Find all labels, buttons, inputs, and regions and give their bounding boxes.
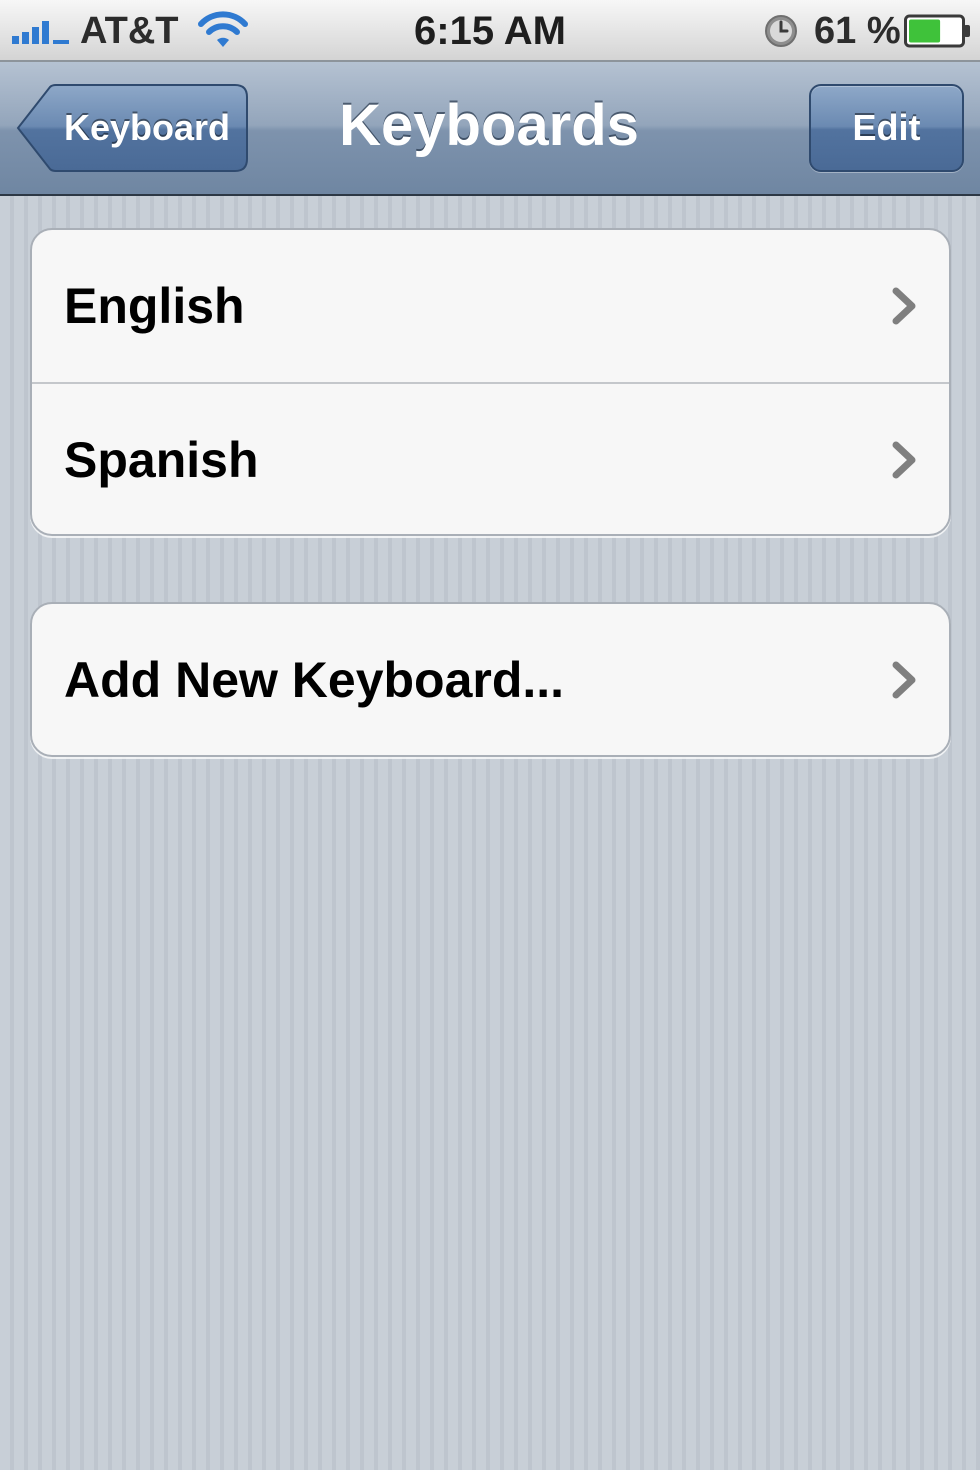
chevron-right-icon	[892, 441, 916, 479]
status-bar: AT&T 6:15 AM 61 %	[0, 0, 980, 62]
clock-icon	[765, 15, 797, 47]
page-title: Keyboards	[339, 93, 639, 158]
keyboard-row-spanish[interactable]: Spanish	[32, 382, 949, 534]
battery-icon	[904, 14, 970, 48]
chevron-right-icon	[892, 661, 916, 699]
keyboards-list: English Spanish	[30, 228, 951, 536]
battery-percentage: 61 %	[814, 10, 901, 52]
keyboard-row-label: Spanish	[64, 432, 259, 488]
keyboard-row-label: English	[64, 278, 245, 334]
navigation-bar: Keyboard Keyboards Edit	[0, 62, 980, 196]
add-new-keyboard-label: Add New Keyboard...	[64, 652, 565, 708]
add-new-keyboard-row[interactable]: Add New Keyboard...	[32, 604, 949, 755]
keyboard-row-english[interactable]: English	[32, 230, 949, 382]
back-button[interactable]: Keyboard	[16, 84, 248, 172]
back-button-label: Keyboard	[63, 107, 231, 148]
add-keyboard-group: Add New Keyboard...	[30, 602, 951, 757]
chevron-right-icon	[892, 287, 916, 325]
edit-button[interactable]: Edit	[809, 84, 964, 172]
